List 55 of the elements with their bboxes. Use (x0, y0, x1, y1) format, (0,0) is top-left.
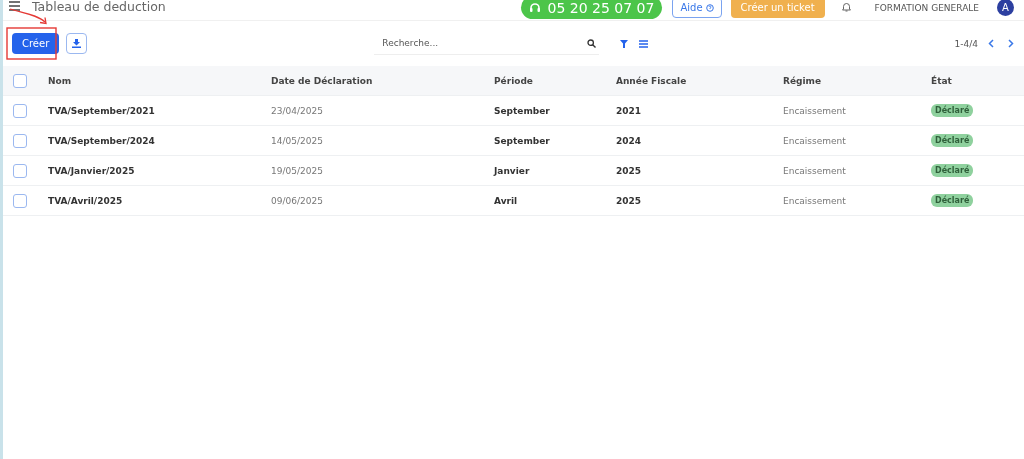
table-cell-text: 14/05/2025 (271, 135, 324, 146)
pagination-count: 1-4/4 (954, 38, 978, 49)
table-cell-text: 09/06/2025 (271, 195, 324, 206)
search-icon (587, 39, 597, 48)
status-badge: Déclaré (931, 164, 974, 177)
status-badge: Déclaré (931, 134, 974, 147)
table-cell-text: Janvier (494, 165, 531, 176)
table-cell-text: 2024 (616, 135, 643, 146)
table-cell-text: September (494, 135, 551, 146)
user-avatar[interactable]: A (997, 0, 1014, 16)
row-checkbox[interactable] (13, 103, 27, 118)
headset-icon (528, 1, 541, 14)
table-cell-text: Encaissement (783, 105, 847, 116)
table-cell-text: TVA/Janvier/2025 (48, 165, 136, 176)
table-cell-text: TVA/September/2021 (48, 105, 156, 116)
table-cell-text: 2025 (616, 165, 643, 176)
create-button[interactable]: Créer (12, 33, 60, 54)
table-cell-text: 23/04/2025 (271, 105, 324, 116)
table-cell-text: Avril (494, 195, 519, 206)
status-badge: Déclaré (931, 104, 974, 117)
column-header[interactable]: État (931, 75, 1024, 86)
download-icon (72, 39, 82, 48)
row-checkbox[interactable] (13, 163, 27, 178)
table-cell-text: TVA/Avril/2025 (48, 195, 124, 206)
column-header[interactable]: Régime (783, 75, 931, 86)
download-button[interactable] (66, 33, 88, 54)
table-cell-text: TVA/September/2024 (48, 135, 156, 146)
table-cell-text: 19/05/2025 (271, 165, 324, 176)
table-cell-text: 2025 (616, 195, 643, 206)
table-cell-text: Encaissement (783, 195, 847, 206)
search-field[interactable]: Recherche... (374, 32, 600, 55)
row-checkbox[interactable] (13, 193, 27, 208)
help-button[interactable]: Aide (672, 0, 722, 18)
table-cell-text: Encaissement (783, 165, 847, 176)
column-header[interactable]: Date de Déclaration (271, 75, 494, 86)
question-icon (705, 3, 714, 12)
table-cell-text: 2021 (616, 105, 643, 116)
filter-icon[interactable] (620, 39, 629, 48)
row-checkbox[interactable] (13, 133, 27, 148)
menu-icon[interactable] (9, 1, 20, 11)
next-page-icon[interactable] (1008, 39, 1014, 48)
phone-number: 05 20 25 07 07 (547, 0, 655, 16)
status-badge: Déclaré (931, 194, 974, 207)
table-cell-text: Encaissement (783, 135, 847, 146)
column-header[interactable]: Année Fiscale (616, 75, 783, 86)
select-all-checkbox[interactable] (13, 73, 27, 88)
page-title: Tableau de deduction (32, 0, 166, 14)
company-name[interactable]: FORMATION GENERALE (874, 3, 979, 13)
previous-page-icon[interactable] (988, 39, 994, 48)
bell-icon[interactable] (841, 2, 851, 12)
table-cell-text: September (494, 105, 551, 116)
column-header[interactable]: Période (494, 75, 616, 86)
list-icon[interactable] (639, 39, 649, 48)
annotation-box (6, 27, 57, 60)
column-header[interactable]: Nom (48, 75, 271, 86)
